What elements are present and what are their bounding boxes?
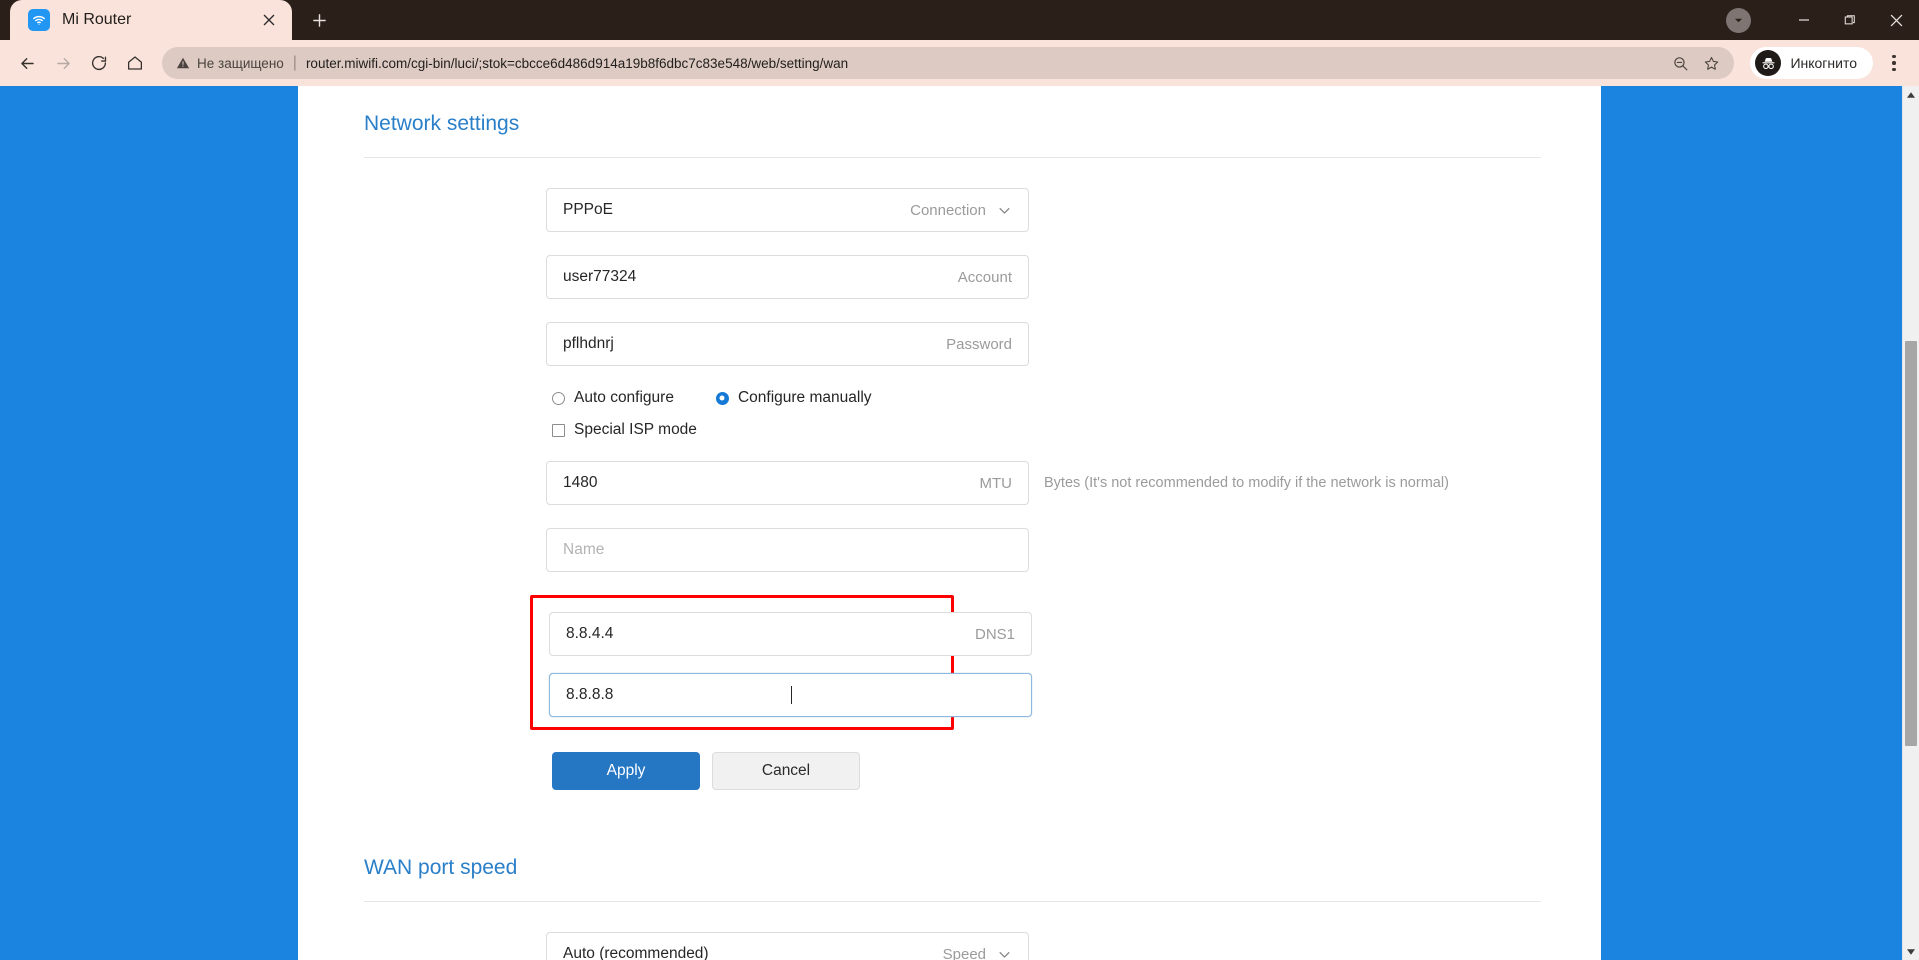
checkbox-icon-unchecked[interactable] — [552, 423, 565, 437]
wan-port-speed-section: WAN port speed Auto (recommended) Speed — [298, 830, 1601, 960]
omnibox-separator: | — [292, 54, 297, 71]
dns-highlight-annotation: 8.8.4.4 DNS1 8.8.8.8 — [530, 595, 1032, 730]
warning-triangle-icon — [176, 56, 190, 70]
network-settings-section: Network settings PPPoE Connection user77… — [298, 86, 1601, 790]
radio-configure-manually-label: Configure manually — [737, 389, 872, 406]
browser-tab-strip: Mi Router — [0, 0, 1919, 40]
radio-configure-manually[interactable]: Configure manually — [715, 389, 872, 407]
browser-tab-title: Mi Router — [62, 11, 132, 28]
account-label: Account — [957, 268, 1012, 286]
minimize-icon[interactable] — [1781, 0, 1827, 40]
mtu-hint: Bytes (It's not recommended to modify if… — [1044, 475, 1449, 491]
cancel-button[interactable]: Cancel — [712, 752, 860, 790]
section-title-wan-port-speed: WAN port speed — [364, 856, 518, 879]
name-placeholder: Name — [563, 541, 605, 558]
page-background: Network settings PPPoE Connection user77… — [0, 86, 1902, 960]
radio-auto-configure-label: Auto configure — [574, 389, 674, 406]
connection-type-value: PPPoE — [563, 201, 613, 218]
special-isp-mode-label: Special ISP mode — [574, 421, 697, 438]
zoom-out-icon[interactable] — [1672, 55, 1689, 72]
security-status-text: Не защищено — [197, 55, 284, 71]
section-title-network-settings: Network settings — [364, 112, 520, 135]
mtu-value: 1480 — [563, 474, 598, 491]
apply-button[interactable]: Apply — [552, 752, 700, 790]
wan-speed-label: Speed — [942, 945, 986, 960]
password-value: pflhdnrj — [563, 335, 614, 352]
connection-type-select[interactable]: PPPoE Connection — [546, 188, 1029, 232]
kebab-menu-icon[interactable] — [1879, 46, 1909, 80]
profile-chip[interactable]: Инкогнито — [1750, 47, 1873, 79]
mtu-row: 1480 MTU Bytes (It's not recommended to … — [546, 461, 1541, 528]
reload-icon[interactable] — [82, 46, 116, 80]
caret-down-icon[interactable] — [1903, 943, 1919, 960]
form-actions: Apply Cancel — [552, 752, 1541, 790]
radio-auto-configure[interactable]: Auto configure — [552, 389, 674, 407]
security-status[interactable]: Не защищено — [176, 56, 284, 71]
home-icon[interactable] — [118, 46, 152, 80]
omnibox-actions — [1672, 55, 1720, 72]
window-controls — [1726, 0, 1919, 40]
account-field[interactable]: user77324 Account — [546, 255, 1029, 299]
arrow-left-icon[interactable] — [10, 46, 44, 80]
radio-icon-unselected[interactable] — [552, 391, 565, 405]
special-isp-mode-checkbox[interactable]: Special ISP mode — [552, 421, 1541, 439]
dns1-label: DNS1 — [974, 625, 1015, 643]
wan-speed-value: Auto (recommended) — [563, 945, 709, 960]
browser-tab[interactable]: Mi Router — [10, 0, 292, 40]
chevron-down-circle-icon[interactable] — [1726, 7, 1751, 33]
mtu-label: MTU — [979, 474, 1013, 492]
network-settings-form: PPPoE Connection user77324 Account pflhd… — [358, 158, 1541, 790]
chevron-down-icon[interactable] — [997, 947, 1012, 960]
star-icon[interactable] — [1703, 55, 1720, 72]
browser-viewport: Network settings PPPoE Connection user77… — [0, 86, 1919, 960]
maximize-icon[interactable] — [1827, 0, 1873, 40]
arrow-right-icon — [46, 46, 80, 80]
profile-label: Инкогнито — [1790, 55, 1857, 71]
dns2-field[interactable]: 8.8.8.8 — [549, 673, 1032, 717]
password-label: Password — [946, 335, 1012, 353]
close-icon[interactable] — [256, 7, 282, 33]
mtu-field[interactable]: 1480 MTU — [546, 461, 1029, 505]
caret-up-icon[interactable] — [1903, 86, 1919, 103]
url-text: router.miwifi.com/cgi-bin/luci/;stok=cbc… — [305, 55, 849, 71]
name-field[interactable]: Name — [546, 528, 1029, 572]
radio-icon-selected[interactable] — [715, 391, 729, 405]
browser-toolbar: Не защищено | router.miwifi.com/cgi-bin/… — [0, 40, 1919, 86]
password-field[interactable]: pflhdnrj Password — [546, 322, 1029, 366]
config-mode-radio-group: Auto configure Configure manually — [552, 389, 1541, 407]
account-value: user77324 — [563, 268, 637, 285]
dns1-field[interactable]: 8.8.4.4 DNS1 — [549, 612, 1032, 656]
window-close-icon[interactable] — [1873, 0, 1919, 40]
text-cursor — [790, 686, 792, 704]
wifi-icon — [28, 9, 50, 31]
incognito-icon — [1755, 50, 1782, 76]
wan-speed-select[interactable]: Auto (recommended) Speed — [546, 932, 1029, 960]
router-settings-page: Network settings PPPoE Connection user77… — [298, 86, 1601, 960]
dns1-value: 8.8.4.4 — [566, 625, 614, 642]
wan-port-speed-form: Auto (recommended) Speed — [358, 902, 1541, 960]
new-tab-button[interactable] — [300, 3, 338, 37]
chevron-down-icon[interactable] — [997, 203, 1012, 218]
page-scrollbar[interactable] — [1902, 86, 1919, 960]
dns2-value: 8.8.8.8 — [566, 686, 614, 703]
address-bar[interactable]: Не защищено | router.miwifi.com/cgi-bin/… — [162, 47, 1735, 79]
connection-type-label: Connection — [910, 201, 986, 219]
scrollbar-thumb[interactable] — [1905, 341, 1917, 746]
